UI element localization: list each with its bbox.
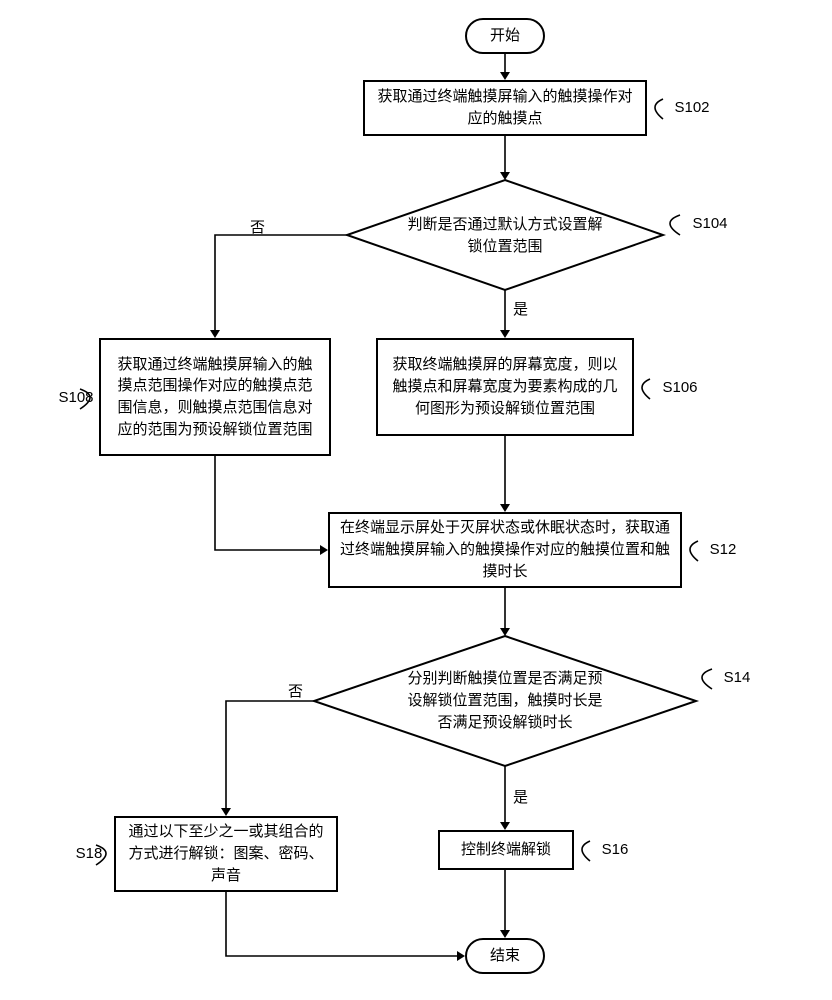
connector-s106-curve — [632, 374, 654, 404]
process-s108-text: 获取通过终端触摸屏输入的触摸点范围操作对应的触摸点范围信息，则触摸点范围信息对应… — [111, 354, 319, 441]
label-s106: S106 — [650, 378, 710, 398]
process-s18: 通过以下至少之一或其组合的方式进行解锁：图案、密码、声音 — [114, 816, 338, 892]
terminal-end-label: 结束 — [490, 945, 520, 967]
label-s12: S12 — [698, 540, 748, 560]
terminal-start-label: 开始 — [490, 25, 520, 47]
arrow-s104-s108 — [208, 228, 354, 342]
arrow-s108-s12 — [208, 456, 334, 558]
decision-s14-text: 分别判断触摸位置是否满足预设解锁位置范围，触摸时长是否满足预设解锁时长 — [405, 668, 605, 733]
process-s16: 控制终端解锁 — [438, 830, 574, 870]
label-s14: S14 — [712, 668, 762, 688]
process-s18-text: 通过以下至少之一或其组合的方式进行解锁：图案、密码、声音 — [126, 821, 326, 886]
arrow-s14-s18 — [219, 694, 323, 820]
process-s12: 在终端显示屏处于灭屏状态或休眠状态时，获取通过终端触摸屏输入的触摸操作对应的触摸… — [328, 512, 682, 588]
label-s16: S16 — [590, 840, 640, 860]
process-s12-text: 在终端显示屏处于灭屏状态或休眠状态时，获取通过终端触摸屏输入的触摸操作对应的触摸… — [340, 517, 670, 582]
arrow-start-s102 — [498, 54, 512, 82]
process-s102: 获取通过终端触摸屏输入的触摸操作对应的触摸点 — [363, 80, 647, 136]
label-s104: S104 — [680, 214, 740, 234]
terminal-end: 结束 — [465, 938, 545, 974]
process-s106: 获取终端触摸屏的屏幕宽度，则以触摸点和屏幕宽度为要素构成的几何图形为预设解锁位置… — [376, 338, 634, 436]
label-s102: S102 — [662, 98, 722, 118]
connector-s108-curve — [78, 384, 102, 414]
arrow-s106-s12 — [498, 436, 512, 514]
connector-s104-curve — [658, 210, 684, 240]
process-s102-text: 获取通过终端触摸屏输入的触摸操作对应的触摸点 — [375, 86, 635, 130]
arrow-s16-end — [498, 870, 512, 940]
connector-s12-curve — [680, 536, 702, 566]
process-s106-text: 获取终端触摸屏的屏幕宽度，则以触摸点和屏幕宽度为要素构成的几何图形为预设解锁位置… — [388, 354, 622, 419]
edge-s104-yes: 是 — [513, 300, 528, 320]
arrow-s104-s106 — [498, 290, 512, 340]
arrow-s12-s14 — [498, 588, 512, 638]
connector-s14-curve — [690, 664, 716, 694]
decision-s104-text: 判断是否通过默认方式设置解锁位置范围 — [405, 214, 605, 258]
process-s16-text: 控制终端解锁 — [461, 839, 551, 861]
edge-s14-yes: 是 — [513, 788, 528, 808]
arrow-s14-s16 — [498, 766, 512, 832]
process-s108: 获取通过终端触摸屏输入的触摸点范围操作对应的触摸点范围信息，则触摸点范围信息对应… — [99, 338, 331, 456]
arrow-s102-s104 — [498, 136, 512, 182]
connector-s102-curve — [645, 94, 667, 124]
arrow-s18-end — [219, 892, 471, 964]
terminal-start: 开始 — [465, 18, 545, 54]
connector-s18-curve — [94, 840, 118, 870]
connector-s16-curve — [572, 836, 594, 866]
